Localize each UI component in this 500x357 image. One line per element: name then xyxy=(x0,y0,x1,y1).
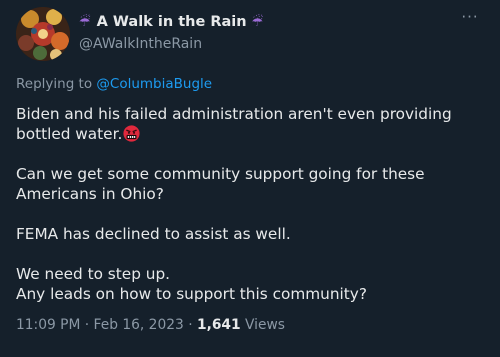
replying-to-label: Replying to xyxy=(16,76,93,92)
tweet-date: Feb 16, 2023 xyxy=(93,317,184,333)
tweet-card: ☔ A Walk in the Rain ☔ @AWalkIntheRain ·… xyxy=(0,0,500,357)
tweet-views[interactable]: 1,641 Views xyxy=(197,317,285,333)
avatar[interactable] xyxy=(16,7,70,61)
replying-to: Replying to @ColumbiaBugle xyxy=(16,76,212,92)
meta-separator: · xyxy=(183,317,197,333)
tweet-text: Biden and his failed administration aren… xyxy=(16,104,486,304)
views-label: Views xyxy=(240,317,285,333)
reply-target-link[interactable]: @ColumbiaBugle xyxy=(96,76,212,92)
tweet-line-text: bottled water. xyxy=(16,125,123,143)
more-horizontal-icon: ··· xyxy=(461,8,479,26)
angry-face-with-symbols-icon xyxy=(123,125,140,142)
umbrella-rain-icon: ☔ xyxy=(251,14,264,30)
tweet-timestamp[interactable]: 11:09 PM · Feb 16, 2023 xyxy=(16,317,184,333)
tweet-line: We need to step up. xyxy=(16,265,171,283)
views-count: 1,641 xyxy=(196,317,241,333)
tweet-meta: 11:09 PM · Feb 16, 2023 · 1,641 Views xyxy=(16,317,285,333)
tweet-line: Americans in Ohio? xyxy=(16,185,164,203)
display-name[interactable]: ☔ A Walk in the Rain ☔ xyxy=(79,12,263,32)
meta-separator: · xyxy=(80,317,94,333)
tweet-line: Can we get some community support going … xyxy=(16,165,425,183)
tweet-line: Biden and his failed administration aren… xyxy=(16,105,452,123)
author-handle[interactable]: @AWalkIntheRain xyxy=(79,36,263,52)
tweet-line: FEMA has declined to assist as well. xyxy=(16,225,291,243)
display-name-text: A Walk in the Rain xyxy=(96,14,247,30)
tweet-time: 11:09 PM xyxy=(16,317,81,333)
author-block: ☔ A Walk in the Rain ☔ @AWalkIntheRain xyxy=(79,12,263,52)
tweet-line: Any leads on how to support this communi… xyxy=(16,285,367,303)
more-options-button[interactable]: ··· xyxy=(458,10,482,30)
tweet-line: bottled water. xyxy=(16,124,486,144)
umbrella-rain-icon: ☔ xyxy=(79,14,91,30)
avatar-image xyxy=(16,7,70,61)
